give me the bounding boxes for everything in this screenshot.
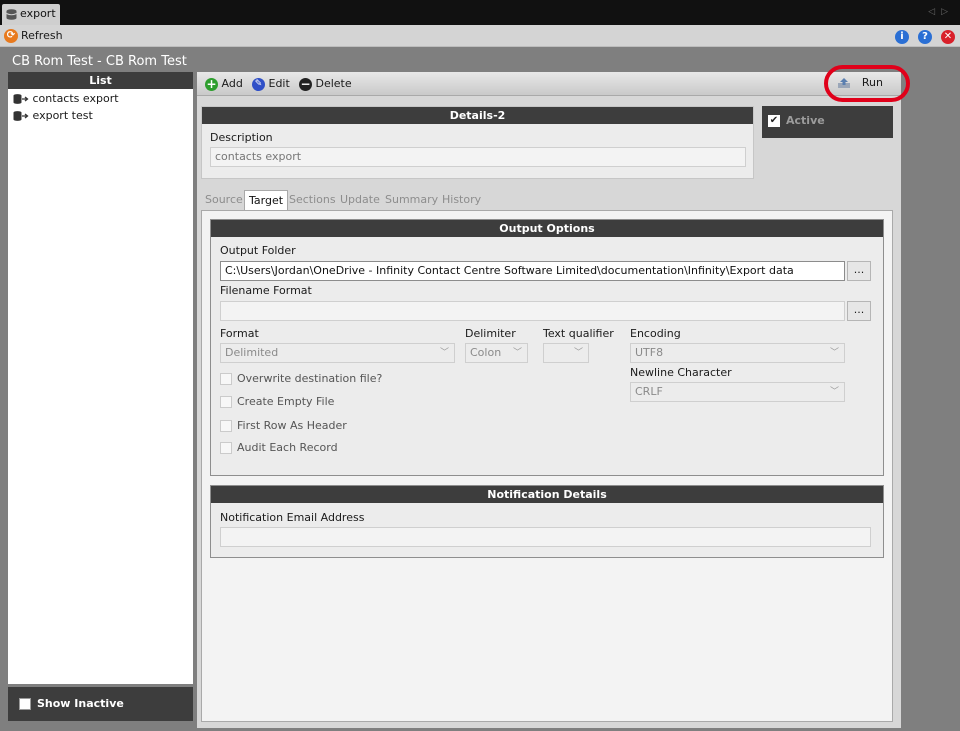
refresh-icon: ⟳ <box>4 29 18 43</box>
export-record-icon <box>13 111 29 121</box>
main-panel: + Add ✎ Edit − Delete Run Details-2 Desc… <box>197 65 910 728</box>
list-item[interactable]: contacts export <box>13 91 119 107</box>
encoding-select[interactable]: UTF8 ﹀ <box>630 343 845 363</box>
notification-details-section: Notification Details Notification Email … <box>210 485 884 558</box>
active-label: Active <box>786 114 825 127</box>
delete-label: Delete <box>315 77 352 90</box>
active-toggle[interactable]: ✔ Active <box>762 106 893 138</box>
database-icon <box>6 9 17 20</box>
overwrite-destination-option[interactable]: Overwrite destination file? <box>220 372 382 386</box>
title-bar: export ◁▷ <box>0 0 960 25</box>
list-item-label: export test <box>32 109 93 122</box>
newline-character-select[interactable]: CRLF ﹀ <box>630 382 845 402</box>
create-empty-file-checkbox[interactable] <box>220 396 232 408</box>
format-select[interactable]: Delimited ﹀ <box>220 343 455 363</box>
add-button[interactable]: + Add <box>205 76 243 92</box>
audit-each-record-checkbox[interactable] <box>220 442 232 454</box>
newline-character-value: CRLF <box>635 385 663 398</box>
overwrite-destination-checkbox[interactable] <box>220 373 232 385</box>
output-folder-label: Output Folder <box>220 244 296 257</box>
chevron-down-icon: ﹀ <box>573 348 583 358</box>
first-row-header-checkbox[interactable] <box>220 420 232 432</box>
delimiter-label: Delimiter <box>465 327 516 340</box>
encoding-label: Encoding <box>630 327 681 340</box>
show-inactive-label: Show Inactive <box>37 697 124 710</box>
output-folder-browse-button[interactable]: ... <box>847 261 871 281</box>
list-panel: List contacts export export test <box>8 72 193 684</box>
active-checkbox[interactable]: ✔ <box>768 115 780 127</box>
encoding-value: UTF8 <box>635 346 664 359</box>
chevron-down-icon: ﹀ <box>829 387 839 397</box>
output-folder-field[interactable]: C:\Users\Jordan\OneDrive - Infinity Cont… <box>220 261 845 281</box>
help-icon[interactable]: ? <box>918 30 932 44</box>
first-row-header-label: First Row As Header <box>237 419 347 432</box>
audit-each-record-option[interactable]: Audit Each Record <box>220 441 338 455</box>
create-empty-file-option[interactable]: Create Empty File <box>220 395 334 409</box>
info-icon[interactable]: i <box>895 30 909 44</box>
description-label: Description <box>210 131 273 144</box>
page-title: CB Rom Test - CB Rom Test <box>12 54 187 69</box>
chevron-down-icon: ﹀ <box>439 348 449 358</box>
window-controls: i? ✕ <box>886 29 955 44</box>
format-label: Format <box>220 327 259 340</box>
action-toolbar: + Add ✎ Edit − Delete Run <box>197 72 901 96</box>
audit-each-record-label: Audit Each Record <box>237 441 338 454</box>
tab-source[interactable]: Source <box>201 190 247 210</box>
refresh-label: Refresh <box>21 29 63 42</box>
run-highlight-ring <box>824 65 910 102</box>
chevron-down-icon: ﹀ <box>829 348 839 358</box>
notification-email-label: Notification Email Address <box>220 511 365 524</box>
newline-character-label: Newline Character <box>630 366 732 379</box>
output-options-header: Output Options <box>211 220 883 237</box>
filename-format-label: Filename Format <box>220 284 312 297</box>
text-qualifier-label: Text qualifier <box>543 327 614 340</box>
tab-summary[interactable]: Summary <box>381 190 442 210</box>
details-section: Details-2 Description contacts export <box>201 106 754 179</box>
tab-update[interactable]: Update <box>336 190 384 210</box>
close-icon[interactable]: ✕ <box>941 30 955 44</box>
tab-scroll-arrows[interactable]: ◁▷ <box>928 7 954 17</box>
export-record-icon <box>13 94 29 104</box>
delete-button[interactable]: − Delete <box>299 76 352 92</box>
output-options-section: Output Options Output Folder C:\Users\Jo… <box>210 219 884 476</box>
first-row-header-option[interactable]: First Row As Header <box>220 419 347 433</box>
command-bar: ⟳ Refresh i? ✕ <box>0 25 960 47</box>
edit-label: Edit <box>268 77 290 90</box>
details-header: Details-2 <box>202 107 753 124</box>
list-item-label: contacts export <box>32 92 119 105</box>
chevron-down-icon: ﹀ <box>512 348 522 358</box>
show-inactive-toggle[interactable]: Show Inactive <box>8 687 193 721</box>
notification-email-field[interactable] <box>220 527 871 547</box>
delimiter-select[interactable]: Colon ﹀ <box>465 343 528 363</box>
delete-icon: − <box>299 76 312 91</box>
overwrite-destination-label: Overwrite destination file? <box>237 372 383 385</box>
tab-title: export <box>20 7 56 20</box>
notification-details-header: Notification Details <box>211 486 883 503</box>
description-field[interactable]: contacts export <box>210 147 746 167</box>
list-item[interactable]: export test <box>13 108 93 124</box>
tab-target[interactable]: Target <box>244 190 289 210</box>
filename-format-field[interactable] <box>220 301 845 321</box>
filename-format-browse-button[interactable]: ... <box>847 301 871 321</box>
target-tab-panel: Output Options Output Folder C:\Users\Jo… <box>201 210 893 722</box>
text-qualifier-select[interactable]: ﹀ <box>543 343 589 363</box>
edit-pencil-icon: ✎ <box>252 77 265 91</box>
delimiter-value: Colon <box>470 346 502 359</box>
arrow-right-icon[interactable]: ▷ <box>941 7 954 17</box>
edit-button[interactable]: ✎ Edit <box>252 76 290 92</box>
format-value: Delimited <box>225 346 279 359</box>
tab-history[interactable]: History <box>438 190 485 210</box>
add-label: Add <box>221 77 243 90</box>
add-icon: + <box>205 76 218 91</box>
tab-sections[interactable]: Sections <box>285 190 340 210</box>
create-empty-file-label: Create Empty File <box>237 395 335 408</box>
arrow-left-icon[interactable]: ◁ <box>928 7 941 17</box>
document-tab[interactable]: export <box>2 4 60 25</box>
show-inactive-checkbox[interactable] <box>19 698 31 710</box>
list-header: List <box>8 72 193 89</box>
refresh-button[interactable]: ⟳ Refresh <box>4 28 63 44</box>
